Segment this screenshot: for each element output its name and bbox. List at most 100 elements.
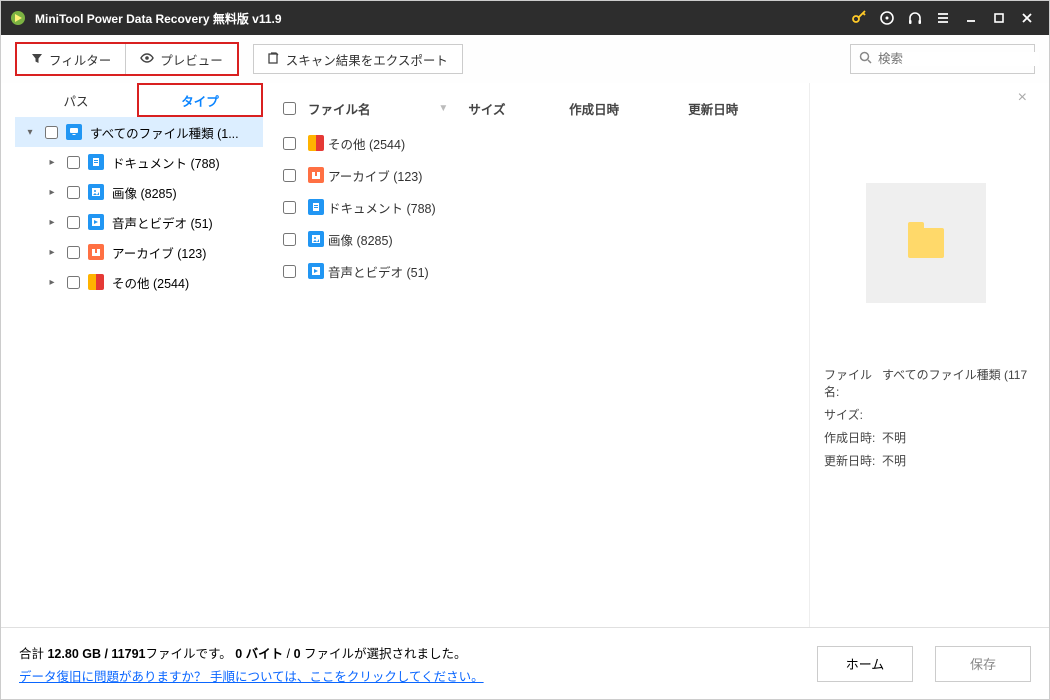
eye-icon	[140, 52, 154, 67]
tree-av[interactable]: ▸ 音声とビデオ (51)	[15, 207, 263, 237]
audio-video-icon	[308, 263, 324, 279]
tree-img-label: 画像 (8285)	[112, 183, 177, 202]
tab-path-label: パス	[63, 91, 88, 110]
archive-icon	[308, 167, 324, 183]
chevron-right-icon[interactable]: ▸	[45, 157, 59, 168]
tree: ▾ すべてのファイル種類 (1... ▸ ドキュメント (788) ▸ 画像 (…	[15, 117, 263, 627]
col-modified[interactable]: 更新日時	[688, 99, 789, 118]
save-button[interactable]: 保存	[935, 646, 1031, 682]
col-name[interactable]: ファイル名▼	[308, 99, 468, 118]
row-checkbox[interactable]	[283, 169, 296, 182]
footer-text: 合計 12.80 GB / 11791ファイルです。 0 バイト / 0 ファイ…	[19, 643, 484, 685]
col-size[interactable]: サイズ	[468, 99, 569, 118]
tree-other-label: その他 (2544)	[112, 273, 189, 292]
main-area: パス タイプ ▾ すべてのファイル種類 (1... ▸ ドキュメント (788)…	[1, 83, 1049, 627]
detail-filename: ファイル名: すべてのファイル種類 (11791	[824, 363, 1027, 403]
list-row[interactable]: 音声とビデオ (51)	[283, 255, 789, 287]
export-button[interactable]: スキャン結果をエクスポート	[253, 44, 463, 74]
tree-other-checkbox[interactable]	[67, 276, 80, 289]
close-button[interactable]	[1013, 4, 1041, 32]
tabs: パス タイプ	[15, 83, 263, 117]
content: ファイル名▼ サイズ 作成日時 更新日時 その他 (2544) アーカイブ (1…	[263, 83, 1035, 627]
headphones-icon[interactable]	[901, 4, 929, 32]
summary-line: 合計 12.80 GB / 11791ファイルです。 0 バイト / 0 ファイ…	[19, 643, 484, 662]
chevron-down-icon[interactable]: ▾	[23, 127, 37, 138]
tree-arc-checkbox[interactable]	[67, 246, 80, 259]
folder-icon	[908, 228, 944, 258]
preview-button[interactable]: プレビュー	[125, 44, 237, 74]
row-label: その他 (2544)	[328, 134, 405, 153]
archive-icon	[88, 244, 104, 260]
file-list: ファイル名▼ サイズ 作成日時 更新日時 その他 (2544) アーカイブ (1…	[263, 83, 810, 627]
row-label: アーカイブ (123)	[328, 166, 422, 185]
image-icon	[88, 184, 104, 200]
filter-label: フィルター	[49, 50, 111, 69]
filter-preview-group: フィルター プレビュー	[15, 42, 239, 76]
search-icon	[859, 51, 872, 67]
tree-root-label: すべてのファイル種類 (1...	[90, 123, 239, 142]
minimize-button[interactable]	[957, 4, 985, 32]
list-row[interactable]: ドキュメント (788)	[283, 191, 789, 223]
tab-type[interactable]: タイプ	[137, 83, 263, 117]
tree-arc[interactable]: ▸ アーカイブ (123)	[15, 237, 263, 267]
image-icon	[308, 231, 324, 247]
disc-icon[interactable]	[873, 4, 901, 32]
tree-av-checkbox[interactable]	[67, 216, 80, 229]
tree-root[interactable]: ▾ すべてのファイル種類 (1...	[15, 117, 263, 147]
app-logo	[9, 9, 27, 27]
filter-icon	[31, 52, 43, 67]
help-link[interactable]: データ復旧に問題がありますか？ 手順については、ここをクリックしてください。	[19, 666, 484, 685]
close-icon[interactable]: ×	[1018, 89, 1027, 107]
list-row[interactable]: 画像 (8285)	[283, 223, 789, 255]
row-checkbox[interactable]	[283, 265, 296, 278]
tree-img-checkbox[interactable]	[67, 186, 80, 199]
menu-icon[interactable]	[929, 4, 957, 32]
tree-img[interactable]: ▸ 画像 (8285)	[15, 177, 263, 207]
col-created[interactable]: 作成日時	[569, 99, 688, 118]
chevron-right-icon[interactable]: ▸	[45, 247, 59, 258]
tree-other[interactable]: ▸ その他 (2544)	[15, 267, 263, 297]
list-row[interactable]: その他 (2544)	[283, 127, 789, 159]
row-checkbox[interactable]	[283, 201, 296, 214]
maximize-button[interactable]	[985, 4, 1013, 32]
tree-arc-label: アーカイブ (123)	[112, 243, 206, 262]
chevron-right-icon[interactable]: ▸	[45, 217, 59, 228]
row-checkbox[interactable]	[283, 137, 296, 150]
tree-doc-label: ドキュメント (788)	[112, 153, 220, 172]
tab-type-label: タイプ	[181, 91, 219, 110]
chevron-right-icon[interactable]: ▸	[45, 187, 59, 198]
sidebar: パス タイプ ▾ すべてのファイル種類 (1... ▸ ドキュメント (788)…	[15, 83, 263, 627]
tree-root-checkbox[interactable]	[45, 126, 58, 139]
search-input[interactable]	[878, 52, 1039, 66]
detail-size: サイズ:	[824, 403, 1027, 426]
other-icon	[88, 274, 104, 290]
tree-av-label: 音声とビデオ (51)	[112, 213, 213, 232]
row-label: 音声とビデオ (51)	[328, 262, 429, 281]
sort-icon: ▼	[438, 103, 468, 114]
row-label: ドキュメント (788)	[328, 198, 436, 217]
audio-video-icon	[88, 214, 104, 230]
list-row[interactable]: アーカイブ (123)	[283, 159, 789, 191]
export-label: スキャン結果をエクスポート	[286, 50, 448, 69]
filter-button[interactable]: フィルター	[17, 44, 125, 74]
export-icon	[268, 52, 280, 67]
preview-label: プレビュー	[160, 50, 223, 69]
search-box[interactable]	[850, 44, 1035, 74]
app-title: MiniTool Power Data Recovery 無料版 v11.9	[35, 10, 282, 27]
tree-doc[interactable]: ▸ ドキュメント (788)	[15, 147, 263, 177]
detail-created: 作成日時: 不明	[824, 426, 1027, 449]
select-all-checkbox[interactable]	[283, 102, 296, 115]
footer: 合計 12.80 GB / 11791ファイルです。 0 バイト / 0 ファイ…	[1, 627, 1049, 699]
tab-path[interactable]: パス	[15, 83, 137, 117]
chevron-right-icon[interactable]: ▸	[45, 277, 59, 288]
toolbar: フィルター プレビュー スキャン結果をエクスポート	[1, 35, 1049, 83]
other-icon	[308, 135, 324, 151]
document-icon	[308, 199, 324, 215]
detail-modified: 更新日時: 不明	[824, 449, 1027, 472]
titlebar: MiniTool Power Data Recovery 無料版 v11.9	[1, 1, 1049, 35]
row-checkbox[interactable]	[283, 233, 296, 246]
tree-doc-checkbox[interactable]	[67, 156, 80, 169]
home-button[interactable]: ホーム	[817, 646, 913, 682]
key-icon[interactable]	[845, 4, 873, 32]
thumbnail	[866, 183, 986, 303]
